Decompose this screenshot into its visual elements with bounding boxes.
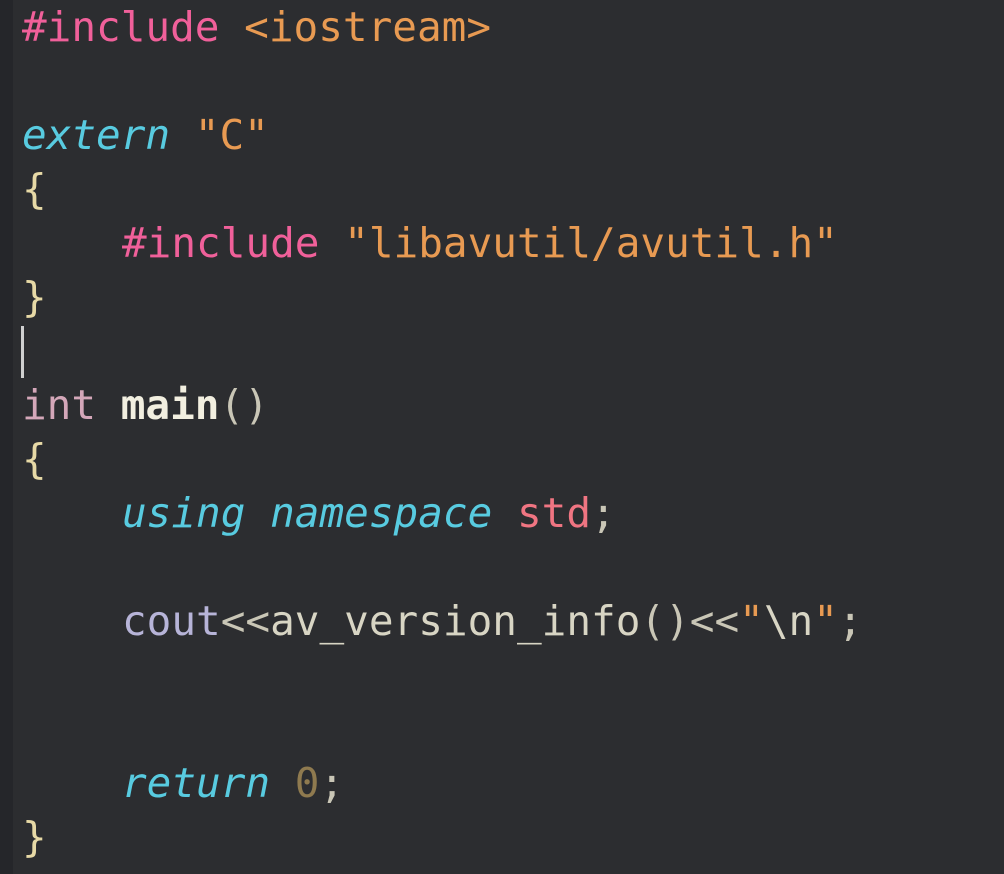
number-literal: 0 xyxy=(294,759,320,807)
code-line-15: return 0; xyxy=(22,756,1004,810)
escape-sequence: \n xyxy=(763,597,814,645)
extern-keyword: extern xyxy=(22,111,171,159)
return-keyword: return xyxy=(122,759,271,807)
code-area[interactable]: #include <iostream> extern "C"{#include "… xyxy=(22,0,1004,874)
open-brace: { xyxy=(22,165,47,213)
function-call: av_version_info xyxy=(270,597,641,645)
code-line-8: int main() xyxy=(22,378,1004,432)
code-line-3: extern "C" xyxy=(22,108,1004,162)
code-line-16: } xyxy=(22,810,1004,864)
namespace-name: std xyxy=(516,489,592,537)
code-line-6: } xyxy=(22,270,1004,324)
code-line-5: #include "libavutil/avutil.h" xyxy=(22,216,1004,270)
preprocessor-directive: #include xyxy=(122,219,320,267)
open-brace: { xyxy=(22,435,47,483)
code-editor[interactable]: #include <iostream> extern "C"{#include "… xyxy=(0,0,1004,874)
close-brace: } xyxy=(22,273,47,321)
close-brace: } xyxy=(22,813,47,861)
code-line-4: { xyxy=(22,162,1004,216)
cout-object: cout xyxy=(122,597,221,645)
code-line-12: cout<<av_version_info()<<"\n"; xyxy=(22,594,1004,648)
code-line-9: { xyxy=(22,432,1004,486)
code-line-1: #include <iostream> xyxy=(22,0,1004,54)
semicolon: ; xyxy=(319,759,345,807)
using-keyword: using xyxy=(122,489,246,537)
quote-close: " xyxy=(813,597,838,645)
stream-operator: << xyxy=(689,597,740,645)
type-keyword: int xyxy=(22,381,97,429)
namespace-keyword: namespace xyxy=(270,489,493,537)
parens: () xyxy=(640,597,690,645)
function-name: main xyxy=(120,381,220,429)
include-header: <iostream> xyxy=(244,3,492,51)
parens: () xyxy=(219,381,269,429)
stream-operator: << xyxy=(220,597,271,645)
quote-open: " xyxy=(739,597,764,645)
include-path-string: "libavutil/avutil.h" xyxy=(344,219,838,267)
editor-gutter xyxy=(0,0,13,874)
semicolon: ; xyxy=(591,489,616,537)
semicolon: ; xyxy=(837,597,863,645)
linkage-string: "C" xyxy=(194,111,269,159)
code-line-10: using namespace std; xyxy=(22,486,1004,540)
preprocessor-directive: #include xyxy=(22,3,220,51)
